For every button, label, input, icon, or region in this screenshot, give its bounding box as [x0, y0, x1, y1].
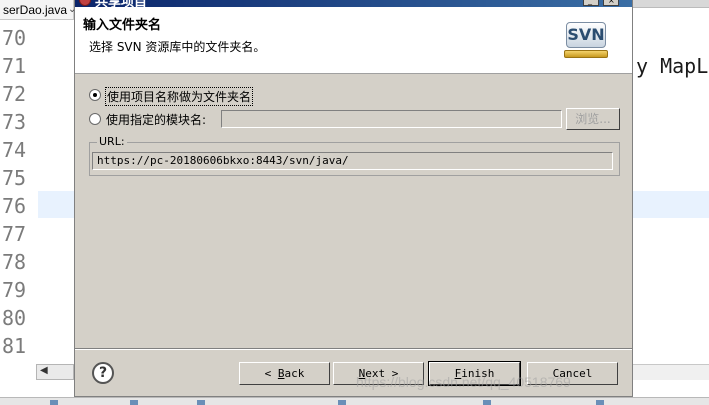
screen: serDao.java ⌄ 70 71 72 73 74 75 76 77 78…: [0, 0, 709, 405]
url-group-label: URL:: [97, 135, 127, 148]
watermark: https://blog.csdn.net/qq_40518769: [356, 374, 571, 390]
back-prefix: <: [264, 367, 278, 380]
radio-selected-icon[interactable]: [89, 89, 101, 101]
svn-logo-text: SVN: [566, 22, 606, 48]
svn-logo-base: [564, 50, 608, 58]
line-number: 79: [2, 278, 27, 302]
dialog-titlebar[interactable]: 共享项目 _ ×: [75, 0, 632, 9]
line-number: 72: [2, 82, 27, 106]
view-tab-icon[interactable]: [50, 400, 58, 405]
back-label: ack: [284, 367, 305, 380]
radio-unselected-icon[interactable]: [89, 113, 101, 125]
share-project-dialog: 共享项目 _ × 输入文件夹名 选择 SVN 资源库中的文件夹名。 SVN 使用…: [74, 0, 633, 397]
option-label: 使用指定的模块名:: [106, 113, 207, 127]
scroll-left-icon[interactable]: ◀: [40, 365, 48, 376]
line-number: 78: [2, 250, 27, 274]
line-number: 73: [2, 110, 27, 134]
view-tab-icon[interactable]: [338, 400, 346, 405]
wizard-banner: 输入文件夹名 选择 SVN 资源库中的文件夹名。 SVN: [75, 7, 632, 74]
minimize-button[interactable]: _: [583, 0, 599, 6]
editor-tab-label: serDao.java: [3, 3, 68, 17]
back-button[interactable]: < Back: [239, 362, 330, 385]
line-number: 70: [2, 26, 27, 50]
view-tab-icon[interactable]: [130, 400, 138, 405]
line-number: 77: [2, 222, 27, 246]
code-fragment: y MapLi: [636, 54, 709, 78]
editor-top-strip: [633, 0, 709, 8]
button-bar-separator: [75, 348, 632, 350]
minimize-icon: _: [588, 0, 592, 5]
view-tab-icon[interactable]: [483, 400, 491, 405]
back-mnemonic: B: [277, 367, 285, 380]
module-name-input[interactable]: [221, 110, 562, 128]
view-tab-icon[interactable]: [596, 400, 604, 405]
horizontal-scrollbar[interactable]: ◀: [36, 364, 74, 380]
line-number: 76: [2, 194, 27, 218]
line-number: 75: [2, 166, 27, 190]
close-button[interactable]: ×: [603, 0, 619, 6]
eclipse-icon: [79, 0, 91, 6]
line-number: 71: [2, 54, 27, 78]
svn-logo-icon: SVN: [564, 20, 608, 62]
help-button[interactable]: ?: [92, 362, 114, 384]
line-number: 81: [2, 334, 27, 358]
horizontal-scrollbar-track[interactable]: [633, 364, 709, 380]
view-tab-icon[interactable]: [197, 400, 205, 405]
line-number: 74: [2, 138, 27, 162]
browse-button[interactable]: 浏览...: [566, 108, 620, 130]
option-label: 使用项目名称做为文件夹名: [105, 87, 254, 106]
editor-tab[interactable]: serDao.java: [0, 0, 74, 20]
line-number: 80: [2, 306, 27, 330]
banner-description: 选择 SVN 资源库中的文件夹名。: [89, 40, 266, 54]
close-icon: ×: [608, 0, 615, 5]
url-field[interactable]: https://pc-20180606bkxo:8443/svn/java/: [92, 152, 613, 170]
banner-title: 输入文件夹名: [83, 18, 162, 33]
